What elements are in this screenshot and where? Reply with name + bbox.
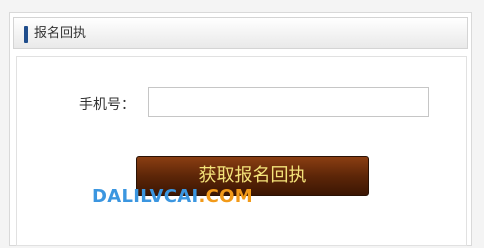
panel-body: 手机号： 获取报名回执 — [16, 56, 467, 246]
phone-input[interactable] — [148, 87, 429, 117]
receipt-panel: 报名回执 手机号： 获取报名回执 — [9, 12, 472, 246]
phone-label: 手机号： — [79, 97, 135, 113]
site-watermark: DALILVCAI.COM — [92, 186, 253, 207]
panel-title: 报名回执 — [34, 26, 87, 41]
panel-header: 报名回执 — [13, 17, 468, 49]
watermark-text-main: DALILVCAI — [92, 186, 199, 207]
header-accent-bar — [24, 26, 28, 43]
watermark-text-suffix: .COM — [198, 186, 253, 207]
